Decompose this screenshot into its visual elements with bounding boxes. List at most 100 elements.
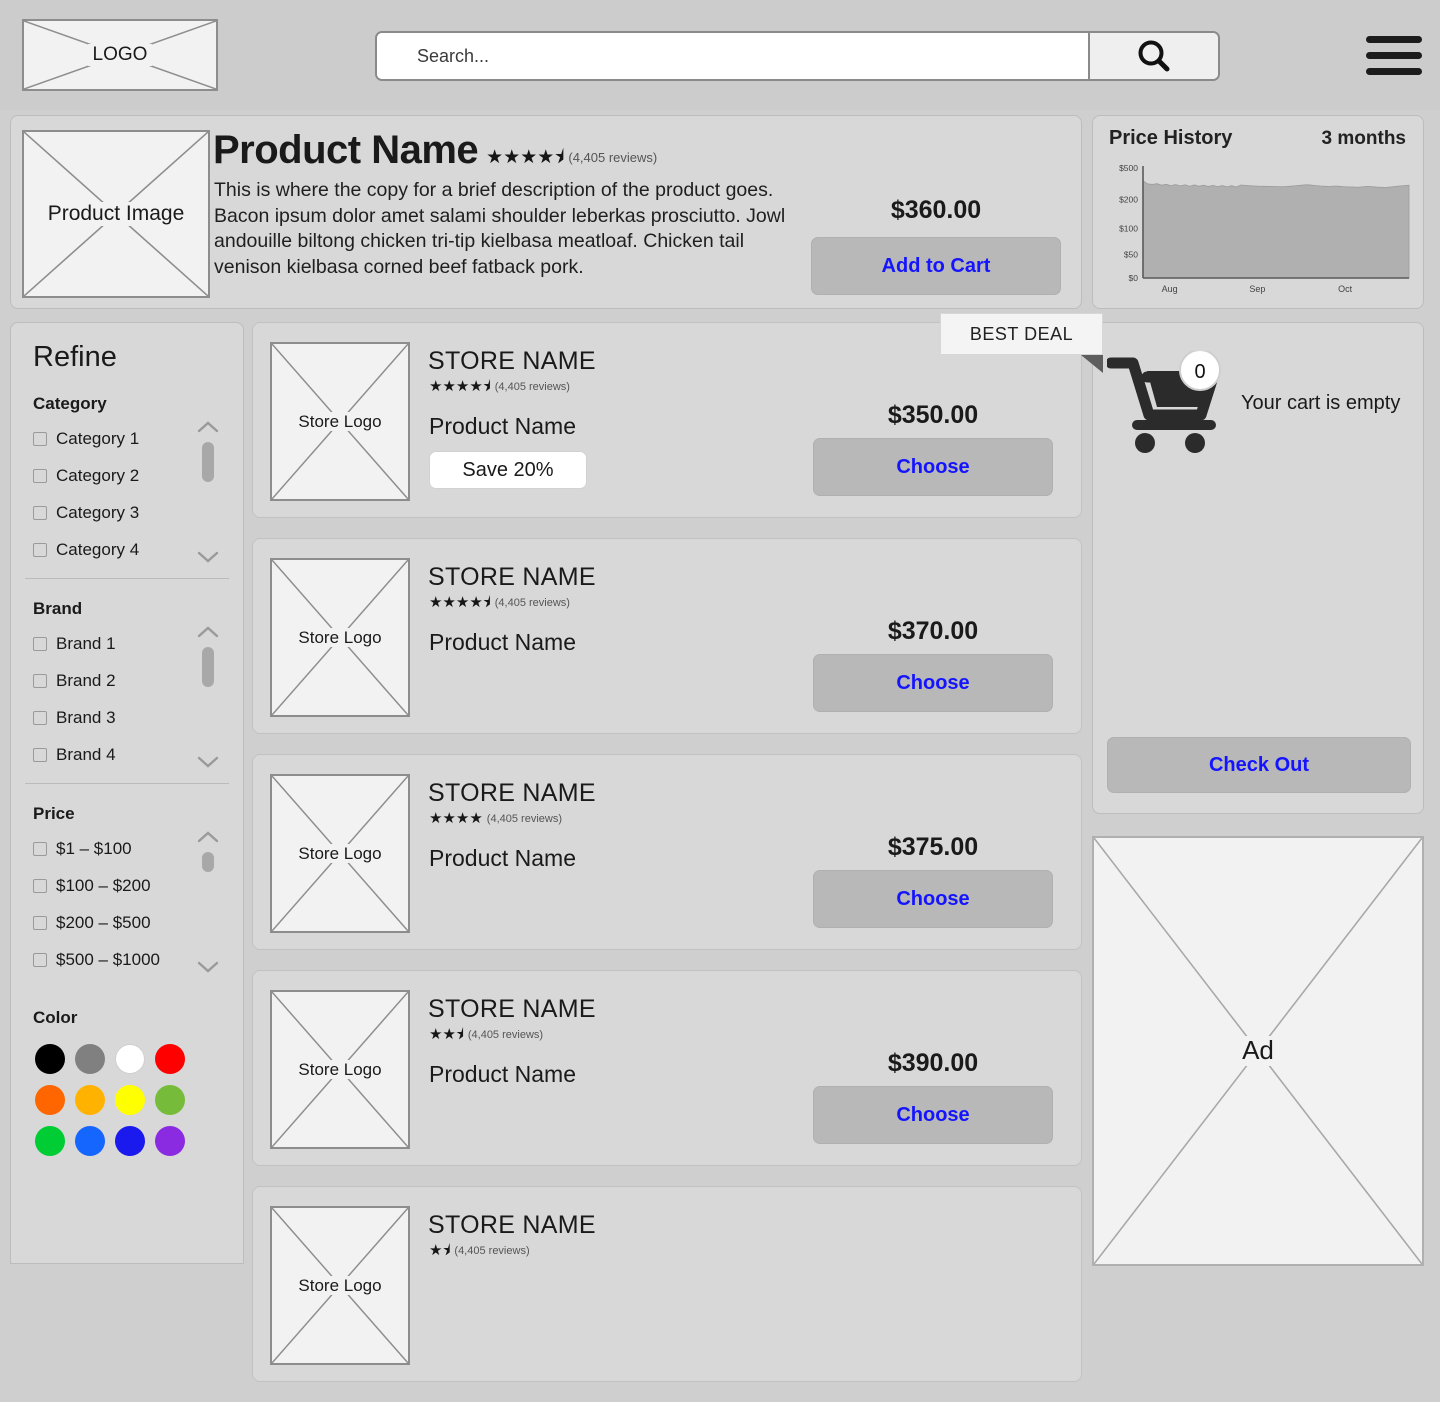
checkbox[interactable]	[33, 711, 47, 725]
color-swatch[interactable]	[75, 1044, 105, 1074]
color-swatch[interactable]	[115, 1085, 145, 1115]
save-badge[interactable]: Save 20%	[429, 451, 587, 489]
ribbon-fold	[1081, 355, 1103, 373]
search-submit-button[interactable]	[1088, 33, 1218, 79]
product-price: $360.00	[890, 196, 982, 224]
search-input[interactable]	[377, 33, 1088, 79]
checkbox[interactable]	[33, 842, 47, 856]
facet-container: Category Category 1 Category 2 Category 3 Ca…	[11, 394, 243, 988]
checkbox[interactable]	[33, 879, 47, 893]
scrollbar-thumb[interactable]	[202, 442, 214, 482]
checkbox[interactable]	[33, 469, 47, 483]
color-swatch-grid	[35, 1044, 185, 1156]
facet-scrollbar[interactable]	[191, 625, 225, 769]
checkout-button[interactable]: Check Out	[1107, 737, 1411, 793]
facet-scrollbar[interactable]	[191, 420, 225, 564]
product-rating: ★★★★⯨ (4,405 reviews)	[486, 148, 657, 167]
color-swatch[interactable]	[35, 1126, 65, 1156]
store-rating: ★★★★⯨ (4,405 reviews)	[429, 379, 570, 394]
store-rating: ★★★★⯨ (4,405 reviews)	[429, 595, 570, 610]
color-swatch[interactable]	[75, 1126, 105, 1156]
hamburger-menu-button[interactable]	[1366, 29, 1422, 81]
facet-scrollbar[interactable]	[191, 830, 225, 974]
store-logo[interactable]: Store Logo	[270, 774, 410, 933]
ad-label: Ad	[1237, 1035, 1279, 1066]
store-logo[interactable]: Store Logo	[270, 990, 410, 1149]
checkbox[interactable]	[33, 916, 47, 930]
store-logo-label: Store Logo	[293, 1275, 387, 1296]
color-swatch[interactable]	[155, 1085, 185, 1115]
store-product-name: Product Name	[429, 845, 577, 871]
store-price: $370.00	[887, 617, 979, 645]
color-swatch[interactable]	[75, 1085, 105, 1115]
store-name: STORE NAME	[428, 779, 596, 807]
chevron-down-icon[interactable]	[196, 550, 220, 564]
site-logo[interactable]: LOGO	[22, 19, 218, 91]
shopping-cart-icon[interactable]: 0	[1107, 351, 1227, 456]
color-swatch[interactable]	[155, 1044, 185, 1074]
checkbox[interactable]	[33, 506, 47, 520]
refine-sidebar: Refine Category Category 1 Category 2 Categ…	[10, 322, 244, 1264]
store-price: $375.00	[887, 833, 979, 861]
ad-placeholder[interactable]: Ad	[1092, 836, 1424, 1266]
choose-button[interactable]: Choose	[813, 654, 1053, 712]
y-axis-tick-label: $50	[1124, 249, 1138, 259]
search-bar	[375, 31, 1220, 81]
color-swatch[interactable]	[155, 1126, 185, 1156]
product-purchase-block: $360.00 Add to Cart	[811, 196, 1061, 295]
store-logo[interactable]: Store Logo	[270, 558, 410, 717]
choose-button[interactable]: Choose	[813, 438, 1053, 496]
color-swatch[interactable]	[115, 1044, 145, 1074]
scrollbar-thumb[interactable]	[202, 647, 214, 687]
color-swatch[interactable]	[115, 1126, 145, 1156]
store-offer-card[interactable]: Store Logo STORE NAME ★⯨ (4,405 reviews)	[252, 1186, 1082, 1382]
store-product-name: Product Name	[429, 629, 577, 655]
store-logo[interactable]: Store Logo	[270, 1206, 410, 1365]
checkbox[interactable]	[33, 748, 47, 762]
add-to-cart-button[interactable]: Add to Cart	[811, 237, 1061, 295]
facet-option-label: Category 2	[56, 466, 140, 485]
chevron-up-icon[interactable]	[196, 420, 220, 434]
price-history-range: 3 months	[1321, 128, 1406, 149]
scrollbar-thumb[interactable]	[202, 852, 214, 872]
facet-label: Brand	[33, 599, 83, 618]
color-swatch[interactable]	[35, 1044, 65, 1074]
checkbox[interactable]	[33, 432, 47, 446]
chevron-up-icon[interactable]	[196, 625, 220, 639]
chevron-up-icon[interactable]	[196, 830, 220, 844]
facet-option-label: Brand 3	[56, 708, 116, 727]
facet-label: Price	[33, 804, 75, 823]
store-logo[interactable]: Store Logo	[270, 342, 410, 501]
choose-button[interactable]: Choose	[813, 870, 1053, 928]
product-image[interactable]: Product Image	[22, 130, 210, 298]
checkbox[interactable]	[33, 953, 47, 967]
facet-option-label: $500 – $1000	[56, 950, 160, 969]
facet-option-label: $1 – $100	[56, 839, 132, 858]
store-logo-label: Store Logo	[293, 627, 387, 648]
checkbox[interactable]	[33, 543, 47, 557]
store-offer-card[interactable]: BEST DEAL Store Logo STORE NAME ★★★★⯨ (4,405…	[252, 313, 1103, 518]
store-offer-card[interactable]: Store Logo STORE NAME ★★⯨ (4,405 reviews) Pr…	[252, 970, 1082, 1166]
rating-review-count: (4,405 reviews)	[494, 596, 570, 609]
color-swatch[interactable]	[35, 1085, 65, 1115]
rating-stars: ★⯨	[429, 1242, 451, 1259]
checkbox[interactable]	[33, 637, 47, 651]
y-axis-tick-label: $100	[1119, 224, 1138, 234]
price-history-chart: $500 $200 $100 $50 $0 Aug Sep Oct	[1119, 163, 1410, 294]
facet-option-label: $100 – $200	[56, 876, 151, 895]
store-offer-card[interactable]: Store Logo STORE NAME ★★★★⯨ (4,405 reviews)…	[252, 538, 1082, 734]
store-name: STORE NAME	[428, 563, 596, 591]
store-offer-card[interactable]: Store Logo STORE NAME ★★★★ (4,405 reviews) P…	[252, 754, 1082, 950]
store-logo-label: Store Logo	[293, 843, 387, 864]
chevron-down-icon[interactable]	[196, 755, 220, 769]
store-product-name: Product Name	[429, 413, 577, 439]
choose-button[interactable]: Choose	[813, 1086, 1053, 1144]
rating-stars: ★★★★⯨	[486, 147, 565, 168]
y-axis-tick-label: $0	[1129, 273, 1139, 283]
facet-color: Color	[25, 1008, 229, 1170]
price-history-panel: Price History 3 months $500 $200 $100 $50 $0…	[1092, 115, 1424, 309]
chevron-down-icon[interactable]	[196, 960, 220, 974]
cart-count-badge: 0	[1194, 361, 1205, 383]
checkbox[interactable]	[33, 674, 47, 688]
site-header: LOGO	[0, 0, 1440, 110]
